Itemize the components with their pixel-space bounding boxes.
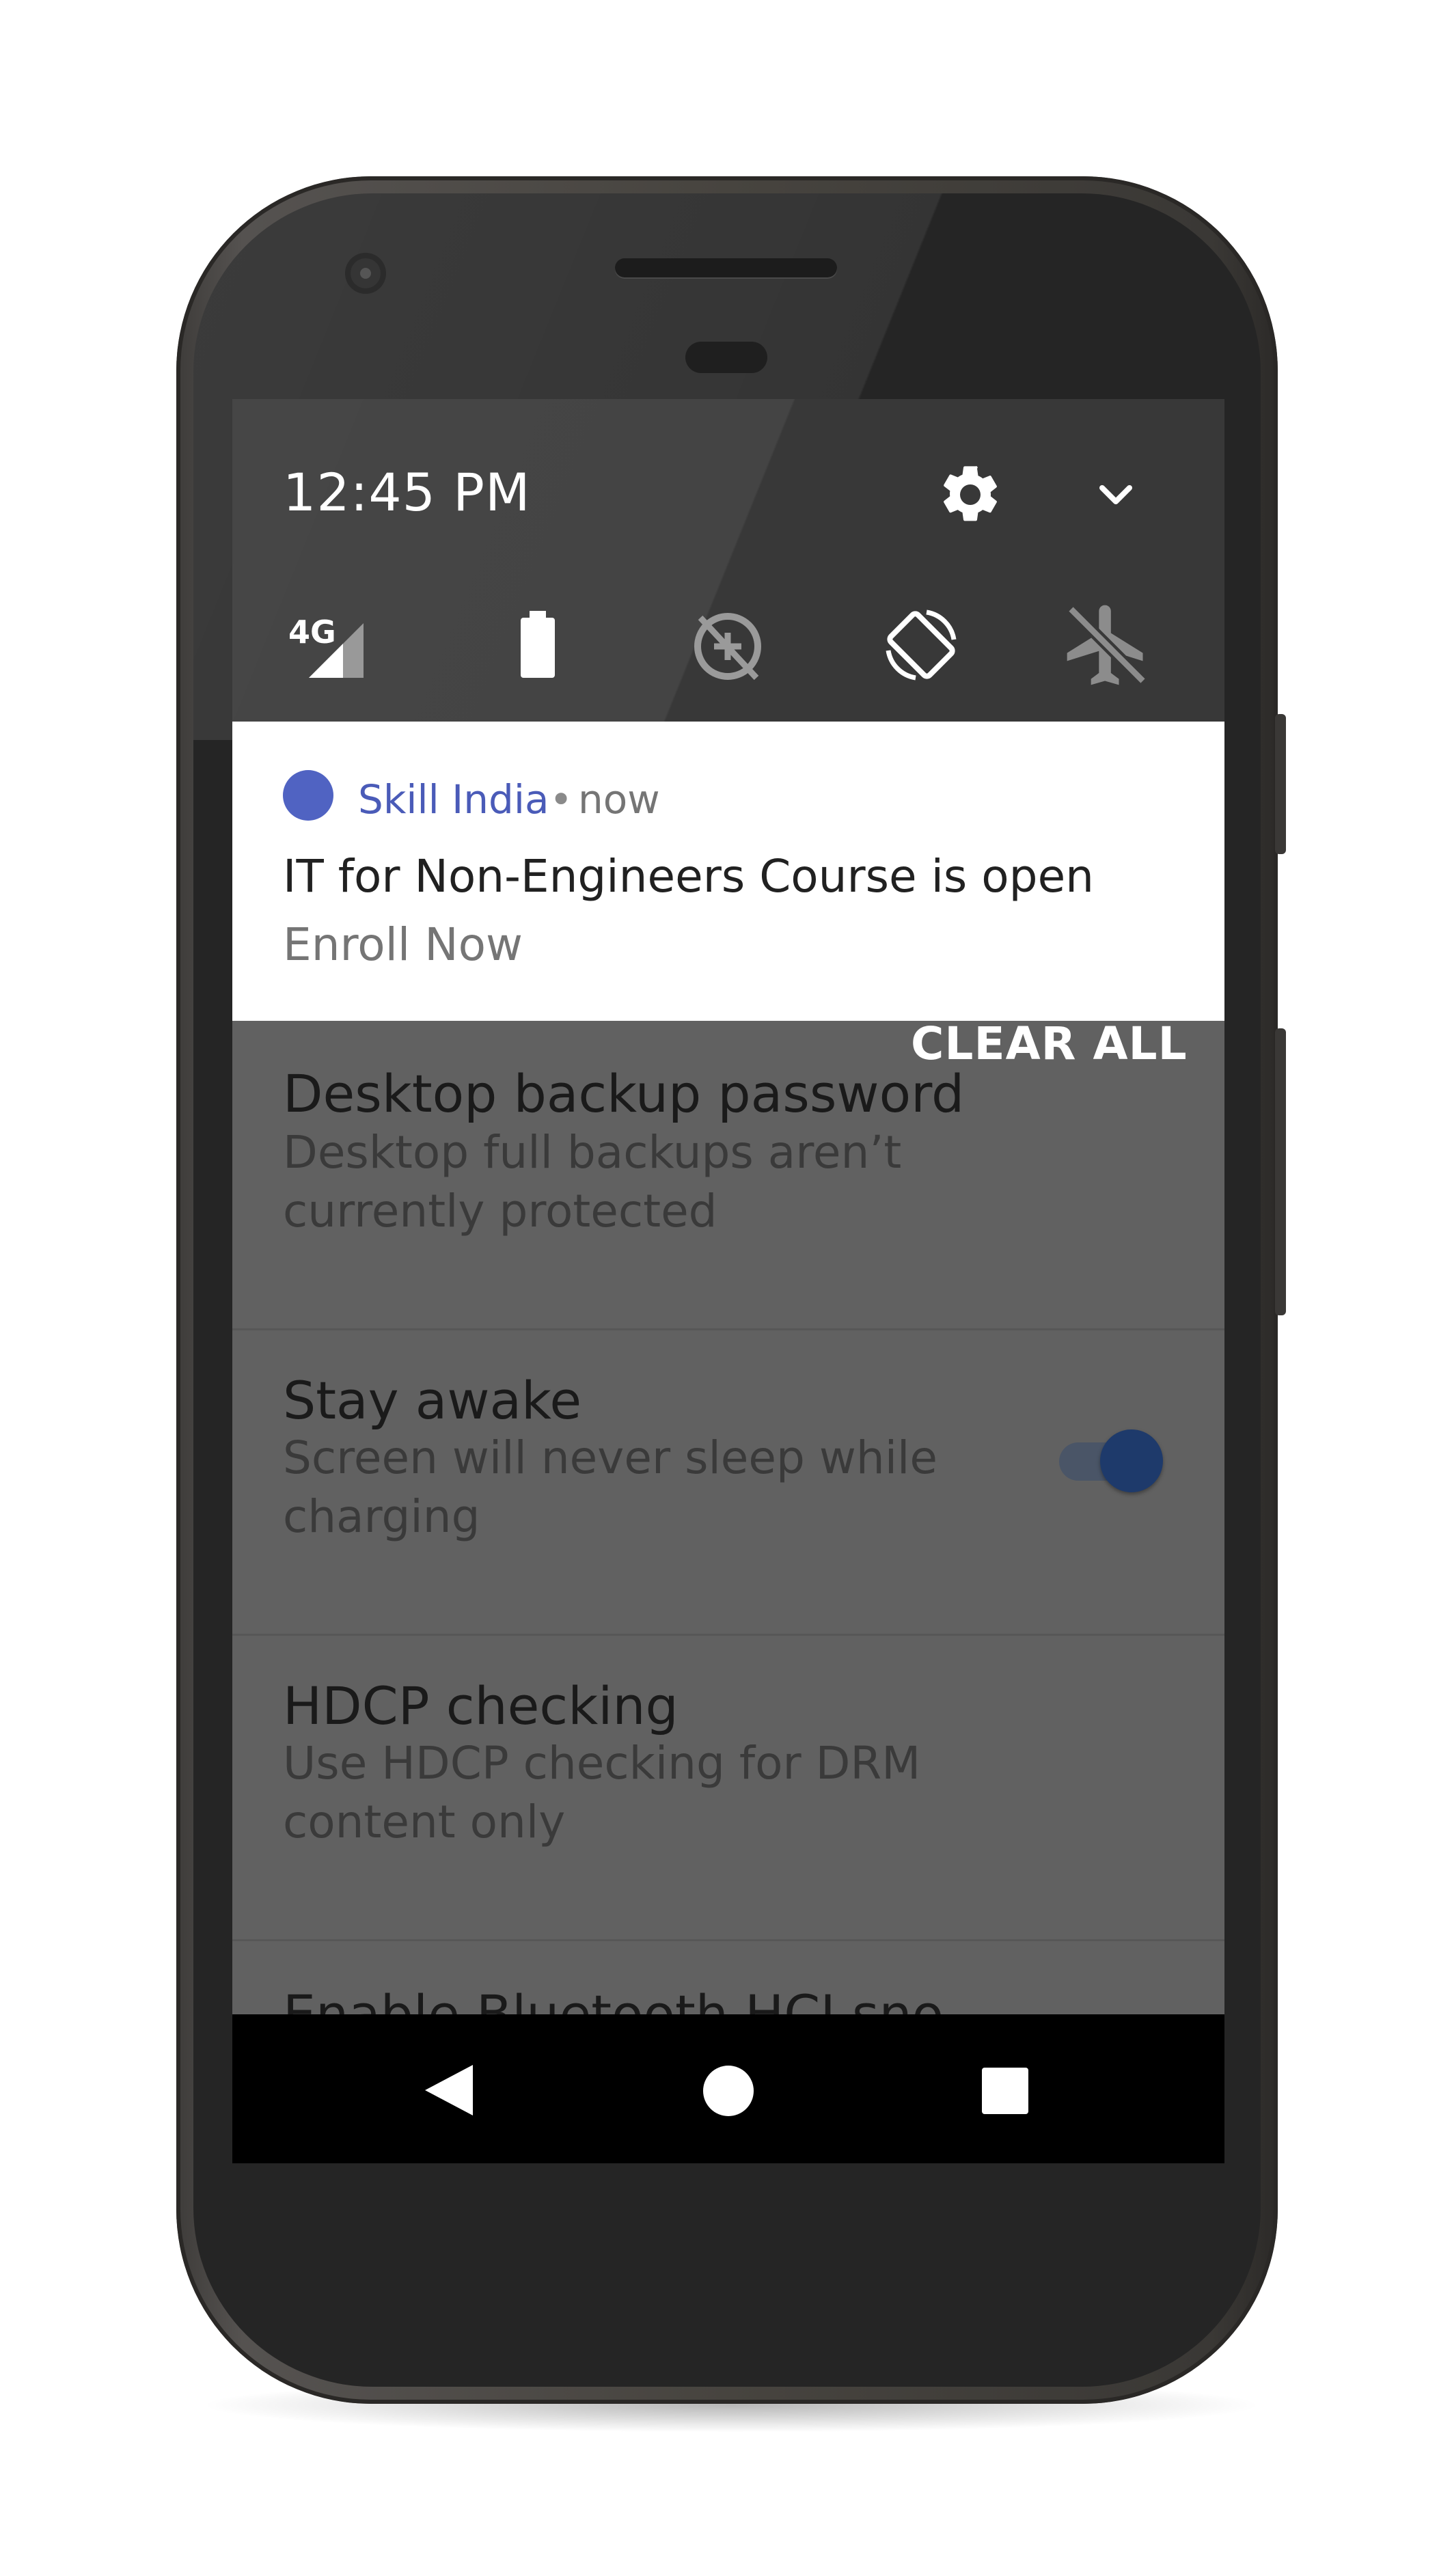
stay-awake-toggle-thumb[interactable] xyxy=(1100,1429,1163,1492)
list-item-title: HDCP checking xyxy=(283,1675,679,1736)
list-item-stay-awake[interactable]: Stay awake Screen will never sleep while… xyxy=(232,1330,1224,1636)
earpiece xyxy=(615,258,837,277)
navigation-bar xyxy=(232,2014,1224,2163)
data-saver-off-icon[interactable] xyxy=(680,597,776,693)
notification-separator: • xyxy=(549,776,573,823)
front-camera xyxy=(345,253,386,294)
quick-settings-panel: 12:45 PM 4G xyxy=(232,399,1224,722)
power-button[interactable] xyxy=(1275,714,1286,854)
airplane-icon[interactable] xyxy=(1059,597,1155,693)
chevron-down-icon[interactable] xyxy=(1088,467,1143,522)
notification-text: Enroll Now xyxy=(283,918,523,971)
clear-all-button[interactable]: CLEAR ALL xyxy=(911,1017,1188,1070)
list-item-subtitle: Screen will never sleep while charging xyxy=(283,1431,937,1543)
list-item-title: Stay awake xyxy=(283,1370,582,1431)
signal-tile[interactable]: 4G xyxy=(288,597,384,693)
list-item-subtitle: Use HDCP checking for DRM content only xyxy=(283,1737,921,1848)
gear-icon[interactable] xyxy=(936,461,1004,529)
home-icon[interactable] xyxy=(701,2064,756,2118)
clock-text: 12:45 PM xyxy=(283,462,531,523)
app-dot-icon xyxy=(283,770,333,821)
network-type-label: 4G xyxy=(288,614,336,650)
notification-title: IT for Non-Engineers Course is open xyxy=(283,850,1095,903)
recents-icon[interactable] xyxy=(981,2066,1030,2115)
list-item-title: Desktop backup password xyxy=(283,1063,965,1124)
notification-app-name: Skill India xyxy=(358,776,549,823)
notification-card[interactable]: Skill India • now IT for Non-Engineers C… xyxy=(232,722,1224,1021)
back-icon[interactable] xyxy=(417,2059,478,2121)
notification-time: now xyxy=(578,776,660,823)
volume-button[interactable] xyxy=(1275,1028,1286,1315)
battery-icon[interactable] xyxy=(487,597,582,693)
stage: 12:45 PM 4G Skill India • now IT for Non… xyxy=(0,0,1452,2576)
proximity-sensor xyxy=(685,342,767,373)
auto-rotate-icon[interactable] xyxy=(873,597,969,693)
screen: 12:45 PM 4G Skill India • now IT for Non… xyxy=(232,399,1224,2163)
list-item-hdcp-checking[interactable]: HDCP checking Use HDCP checking for DRM … xyxy=(232,1636,1224,1941)
list-item-subtitle: Desktop full backups aren’t currently pr… xyxy=(283,1126,902,1237)
